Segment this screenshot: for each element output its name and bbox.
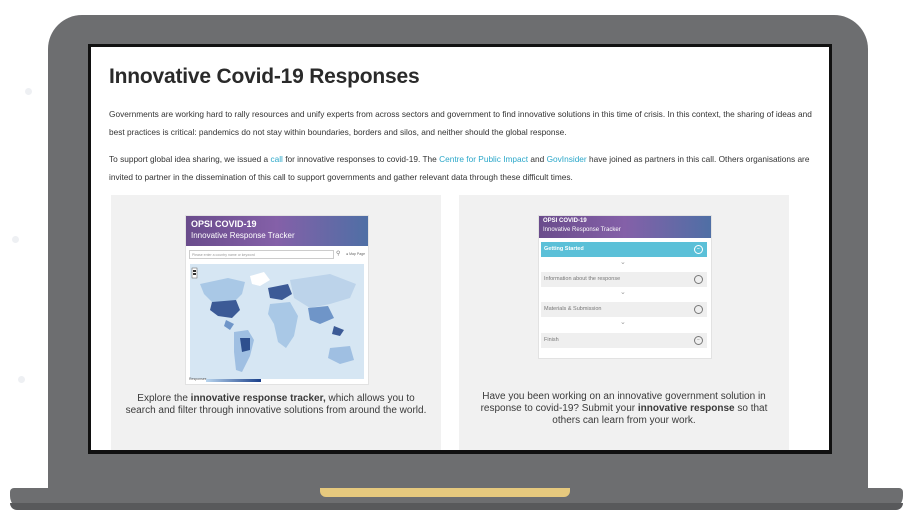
circle-indicator-icon: −: [694, 245, 703, 254]
world-map: [190, 264, 364, 379]
tracker-screenshot[interactable]: OPSI COVID-19 Innovative Response Tracke…: [185, 215, 369, 385]
paragraph-text: for innovative responses to covid-19. Th…: [282, 154, 440, 164]
banner-subtitle: Innovative Response Tracker: [191, 231, 295, 240]
tracker-caption: Explore the innovative response tracker,…: [121, 393, 431, 417]
chevron-down-icon: ⌄: [620, 319, 626, 326]
background-dot: [12, 236, 19, 243]
call-link[interactable]: call: [270, 154, 282, 164]
search-icon: ⚲: [336, 251, 341, 257]
legend-label: Responses: [189, 377, 207, 381]
cpi-link[interactable]: Centre for Public Impact: [439, 154, 528, 164]
banner-subtitle: Innovative Response Tracker: [543, 227, 621, 233]
step-label: Materials & Submission: [544, 306, 602, 312]
banner-title: OPSI COVID-19: [191, 219, 257, 229]
paragraph-text: and: [528, 154, 547, 164]
intro-paragraph: Governments are working hard to rally re…: [109, 109, 812, 137]
circle-indicator-icon: −: [694, 336, 703, 345]
map-page-link: ● Map Page: [346, 252, 366, 256]
submission-card[interactable]: OPSI COVID-19 Innovative Response Tracke…: [459, 195, 789, 450]
step-getting-started: Getting Started −: [541, 242, 707, 257]
legend-bar: [206, 379, 261, 382]
page-title: Innovative Covid-19 Responses: [109, 65, 420, 88]
submission-form-screenshot[interactable]: OPSI COVID-19 Innovative Response Tracke…: [538, 215, 712, 359]
circle-indicator-icon: [694, 305, 703, 314]
govinsider-link[interactable]: GovInsider: [547, 154, 587, 164]
world-map-svg: [191, 267, 356, 372]
tracker-caption-bold[interactable]: innovative response tracker,: [191, 393, 326, 404]
step-label: Finish: [544, 337, 559, 343]
tracker-search-input: Please enter a country name or keyword: [189, 250, 334, 259]
paragraph-text: To support global idea sharing, we issue…: [109, 154, 271, 164]
chevron-down-icon: ⌄: [620, 259, 626, 266]
step-label: Information about the response: [544, 276, 621, 282]
laptop-notch: [320, 488, 570, 497]
background-dot: [18, 376, 25, 383]
caption-text: Explore the: [137, 393, 191, 404]
step-finish: Finish −: [541, 333, 707, 348]
chevron-down-icon: ⌄: [620, 289, 626, 296]
submission-caption-bold[interactable]: innovative response: [638, 403, 735, 414]
background-dot: [25, 88, 32, 95]
partners-paragraph: To support global idea sharing, we issue…: [109, 151, 815, 186]
form-banner: OPSI COVID-19 Innovative Response Tracke…: [539, 216, 711, 238]
tracker-card[interactable]: OPSI COVID-19 Innovative Response Tracke…: [111, 195, 441, 450]
step-label: Getting Started: [544, 246, 584, 252]
submission-caption: Have you been working on an innovative g…: [469, 391, 779, 427]
laptop-screen-bezel: Innovative Covid-19 Responses Government…: [88, 44, 832, 454]
step-information: Information about the response: [541, 272, 707, 287]
laptop-screen: Innovative Covid-19 Responses Government…: [91, 47, 829, 450]
circle-indicator-icon: [694, 275, 703, 284]
step-materials: Materials & Submission: [541, 302, 707, 317]
banner-title: OPSI COVID-19: [543, 218, 587, 224]
tracker-banner: OPSI COVID-19 Innovative Response Tracke…: [186, 216, 368, 246]
